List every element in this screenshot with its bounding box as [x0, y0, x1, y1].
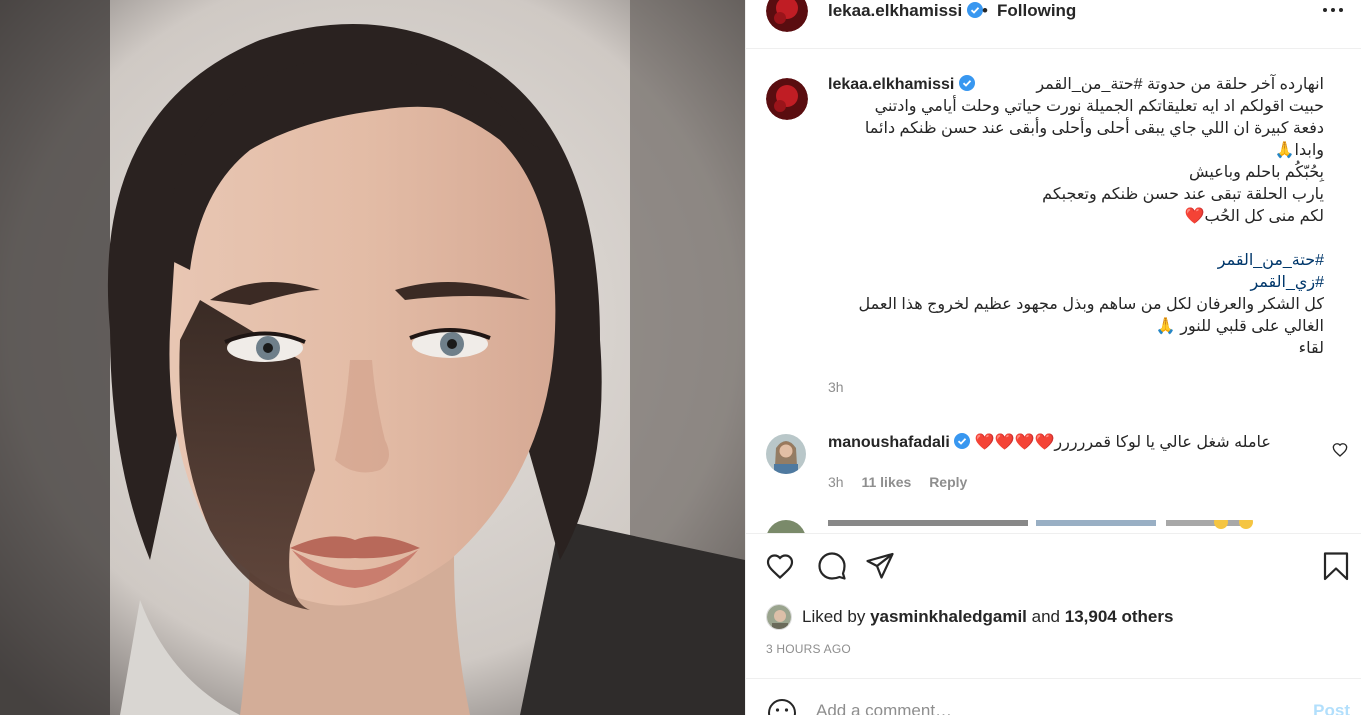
- post-side-panel: lekaa.elkhamissi • Following lekaa.elkha…: [745, 0, 1361, 715]
- share-paper-plane-icon[interactable]: [864, 550, 896, 582]
- hashtag-link[interactable]: #حتة_من_القمر: [828, 250, 1324, 272]
- portrait-image: [0, 0, 745, 715]
- separator-dot: •: [982, 1, 988, 20]
- comment-meta: 3h 11 likes Reply: [828, 474, 981, 490]
- caption-username-row[interactable]: lekaa.elkhamissi: [828, 74, 975, 96]
- post-header: lekaa.elkhamissi • Following: [746, 0, 1361, 49]
- likes-text: Liked by yasminkhaledgamil and 13,904 ot…: [802, 607, 1173, 627]
- likes-summary[interactable]: Liked by yasminkhaledgamil and 13,904 ot…: [766, 602, 1346, 632]
- post-timestamp[interactable]: 3 HOURS AGO: [766, 642, 851, 656]
- commenter-avatar[interactable]: [766, 434, 806, 474]
- more-options-icon[interactable]: [1322, 2, 1344, 18]
- save-bookmark-icon[interactable]: [1320, 550, 1352, 582]
- caption-line-13: لقاء: [1298, 340, 1324, 357]
- caption-body: lekaa.elkhamissi انهارده آخر حلقة من حدو…: [828, 74, 1328, 398]
- caption-line-1: انهارده آخر حلقة من حدوتة #حتة_من_القمر: [1036, 76, 1324, 93]
- author-avatar[interactable]: [766, 0, 808, 32]
- author-username-row[interactable]: lekaa.elkhamissi: [828, 1, 983, 21]
- emoji-icon[interactable]: [766, 697, 798, 715]
- author-username[interactable]: lekaa.elkhamissi: [828, 1, 962, 20]
- partial-comment-graphic: [767, 515, 1253, 533]
- post-actions-bar: [746, 533, 1361, 598]
- likes-others-count[interactable]: 13,904 others: [1065, 607, 1174, 626]
- comment-line: manoushafadali عامله شغل عالي يا لوكا قم…: [828, 432, 1271, 452]
- caption-time[interactable]: 3h: [828, 376, 1328, 398]
- comment-bubble-icon[interactable]: [816, 550, 848, 582]
- caption-line-5: بِحُبّكُم باحلم وباعيش: [1189, 164, 1324, 181]
- comment-like-heart-icon[interactable]: [1332, 442, 1348, 458]
- comment-text: عامله شغل عالي يا لوكا قمررررر❤️❤️❤️❤️: [974, 434, 1271, 451]
- verified-badge-icon: [958, 75, 975, 91]
- commenter-username[interactable]: manoushafadali: [828, 434, 950, 451]
- caption-line-2: حبيت اقولكم اد ايه تعليقاتكم الجميلة نور…: [874, 98, 1324, 115]
- caption-author-avatar[interactable]: [766, 78, 808, 120]
- liked-by-label: Liked by: [802, 607, 866, 626]
- caption-line-11: كل الشكر والعرفان لكل من ساهم وبذل مجهود…: [858, 296, 1325, 313]
- caption-line-7: لكم منى كل الحُب❤️: [1184, 208, 1324, 225]
- liker-avatar: [766, 604, 792, 630]
- caption-line-4: وابدا🙏: [1274, 142, 1324, 159]
- add-comment-input[interactable]: Add a comment…: [816, 701, 952, 715]
- post-photo[interactable]: [0, 0, 745, 715]
- like-heart-icon[interactable]: [764, 550, 796, 582]
- liker-username[interactable]: yasminkhaledgamil: [870, 607, 1027, 626]
- comment-likes[interactable]: 11 likes: [861, 474, 911, 490]
- caption-line-12: الغالي على قلبي للنور 🙏: [1155, 318, 1324, 335]
- caption-line-6: يارب الحلقة تبقى عند حسن ظنكم وتعجبكم: [1042, 186, 1324, 203]
- caption-username[interactable]: lekaa.elkhamissi: [828, 76, 954, 93]
- comments-scroll-area[interactable]: lekaa.elkhamissi انهارده آخر حلقة من حدو…: [746, 50, 1361, 533]
- verified-badge-icon: [966, 2, 983, 18]
- likes-and-label: and: [1031, 607, 1061, 626]
- caption-line-3: دفعة كبيرة ان اللي جاي يبقى أحلى وأحلى و…: [864, 120, 1324, 137]
- reply-button[interactable]: Reply: [929, 474, 967, 490]
- following-button[interactable]: Following: [997, 1, 1076, 21]
- add-comment-bar: Add a comment… Post: [746, 678, 1361, 715]
- next-comment-partial: [766, 515, 1326, 533]
- hashtag-link[interactable]: #زي_القمر: [828, 272, 1324, 294]
- verified-badge-icon: [954, 433, 971, 449]
- comment-time[interactable]: 3h: [828, 474, 844, 490]
- post-comment-button[interactable]: Post: [1313, 701, 1350, 715]
